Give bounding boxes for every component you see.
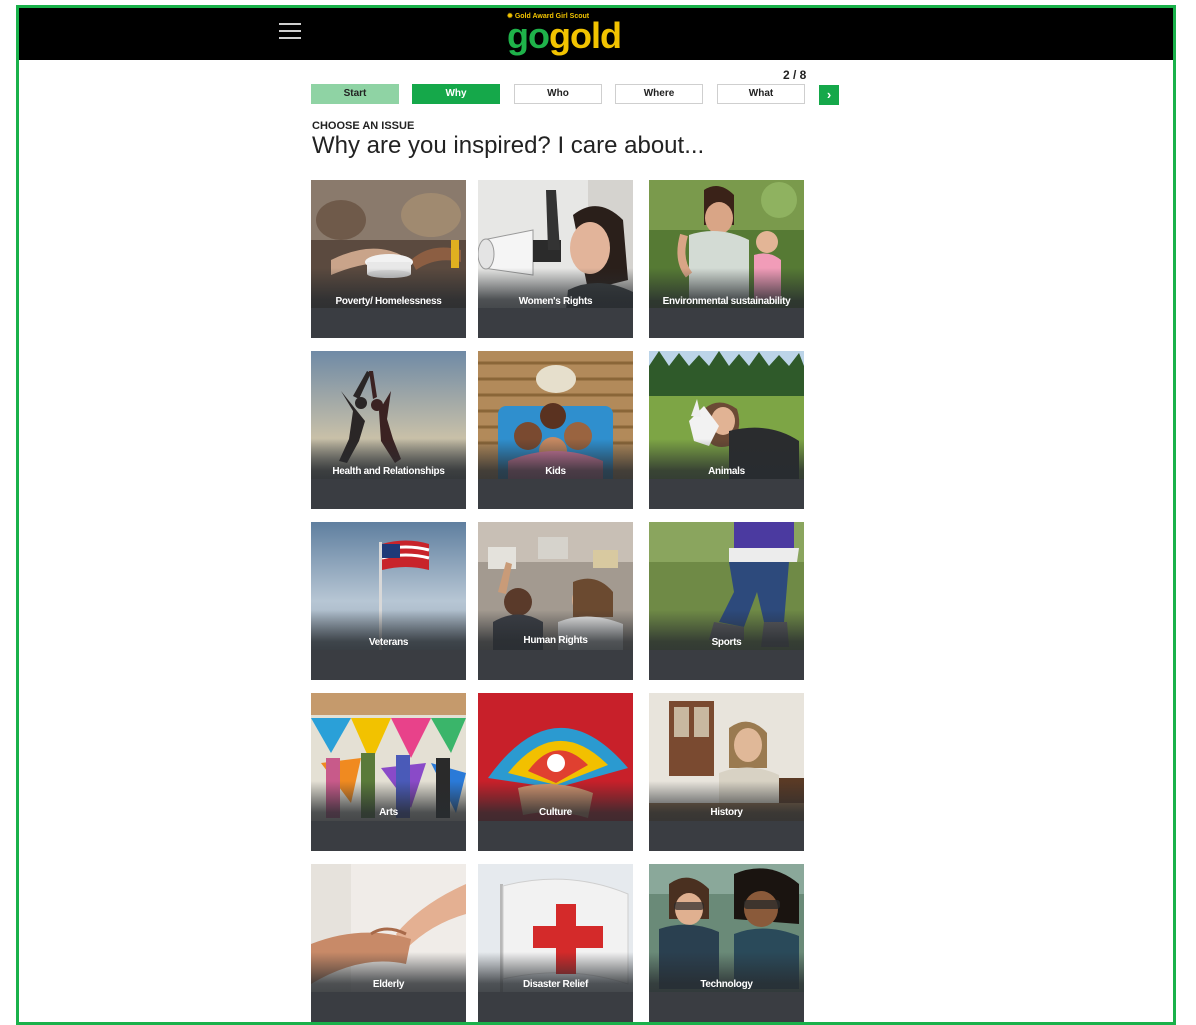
tile-label: Disaster Relief bbox=[523, 979, 588, 990]
issue-tile-poverty[interactable]: Poverty/ Homelessness bbox=[311, 180, 466, 338]
step-counter: 2 / 8 bbox=[783, 68, 807, 82]
issue-tile-veterans[interactable]: Veterans bbox=[311, 522, 466, 680]
chevron-right-icon: › bbox=[826, 87, 832, 102]
tile-label: Sports bbox=[711, 637, 742, 648]
browser-frame: ✹ Gold Award Girl Scout gogold 2 / 8 Sta… bbox=[16, 5, 1176, 1025]
issue-tile-health[interactable]: Health and Relationships bbox=[311, 351, 466, 509]
step-start[interactable]: Start bbox=[311, 84, 399, 104]
next-step-button[interactable]: › bbox=[819, 85, 839, 105]
tile-label: Women's Rights bbox=[518, 296, 593, 307]
issue-tile-arts[interactable]: Arts bbox=[311, 693, 466, 851]
step-who[interactable]: Who bbox=[514, 84, 602, 104]
issue-tile-sports[interactable]: Sports bbox=[649, 522, 804, 680]
tile-label: Arts bbox=[379, 807, 398, 818]
issue-tile-animals[interactable]: Animals bbox=[649, 351, 804, 509]
tile-label: Human Rights bbox=[523, 635, 588, 646]
tile-label: Poverty/ Homelessness bbox=[335, 296, 442, 307]
tile-label: Technology bbox=[700, 979, 753, 990]
issue-tile-human-rights[interactable]: Human Rights bbox=[478, 522, 633, 680]
issue-tile-kids[interactable]: Kids bbox=[478, 351, 633, 509]
tile-label: Elderly bbox=[372, 979, 405, 990]
tile-label: Kids bbox=[545, 466, 566, 477]
gogold-logo[interactable]: ✹ Gold Award Girl Scout gogold bbox=[507, 12, 622, 56]
issue-tile-technology[interactable]: Technology bbox=[649, 864, 804, 1022]
issue-tile-culture[interactable]: Culture bbox=[478, 693, 633, 851]
logo-wordmark: gogold bbox=[507, 15, 622, 56]
section-eyebrow: CHOOSE AN ISSUE bbox=[312, 120, 415, 132]
top-navigation-bar: ✹ Gold Award Girl Scout gogold bbox=[19, 8, 1173, 60]
issue-tile-environmental[interactable]: Environmental sustainability bbox=[649, 180, 804, 338]
page-title: Why are you inspired? I care about... bbox=[312, 132, 705, 159]
issue-tile-history[interactable]: History bbox=[649, 693, 804, 851]
step-where[interactable]: Where bbox=[615, 84, 703, 104]
hamburger-menu-icon[interactable] bbox=[279, 23, 301, 41]
tile-label: Health and Relationships bbox=[332, 466, 445, 477]
step-what[interactable]: What bbox=[717, 84, 805, 104]
tile-label: History bbox=[710, 807, 743, 818]
issue-tile-disaster-relief[interactable]: Disaster Relief bbox=[478, 864, 633, 1022]
tile-label: Animals bbox=[708, 466, 745, 477]
issue-tile-elderly[interactable]: Elderly bbox=[311, 864, 466, 1022]
tile-label: Veterans bbox=[368, 637, 409, 648]
tile-label: Environmental sustainability bbox=[662, 296, 791, 307]
issue-tile-womens-rights[interactable]: Women's Rights bbox=[478, 180, 633, 338]
step-why[interactable]: Why bbox=[412, 84, 500, 104]
tile-label: Culture bbox=[539, 807, 572, 818]
